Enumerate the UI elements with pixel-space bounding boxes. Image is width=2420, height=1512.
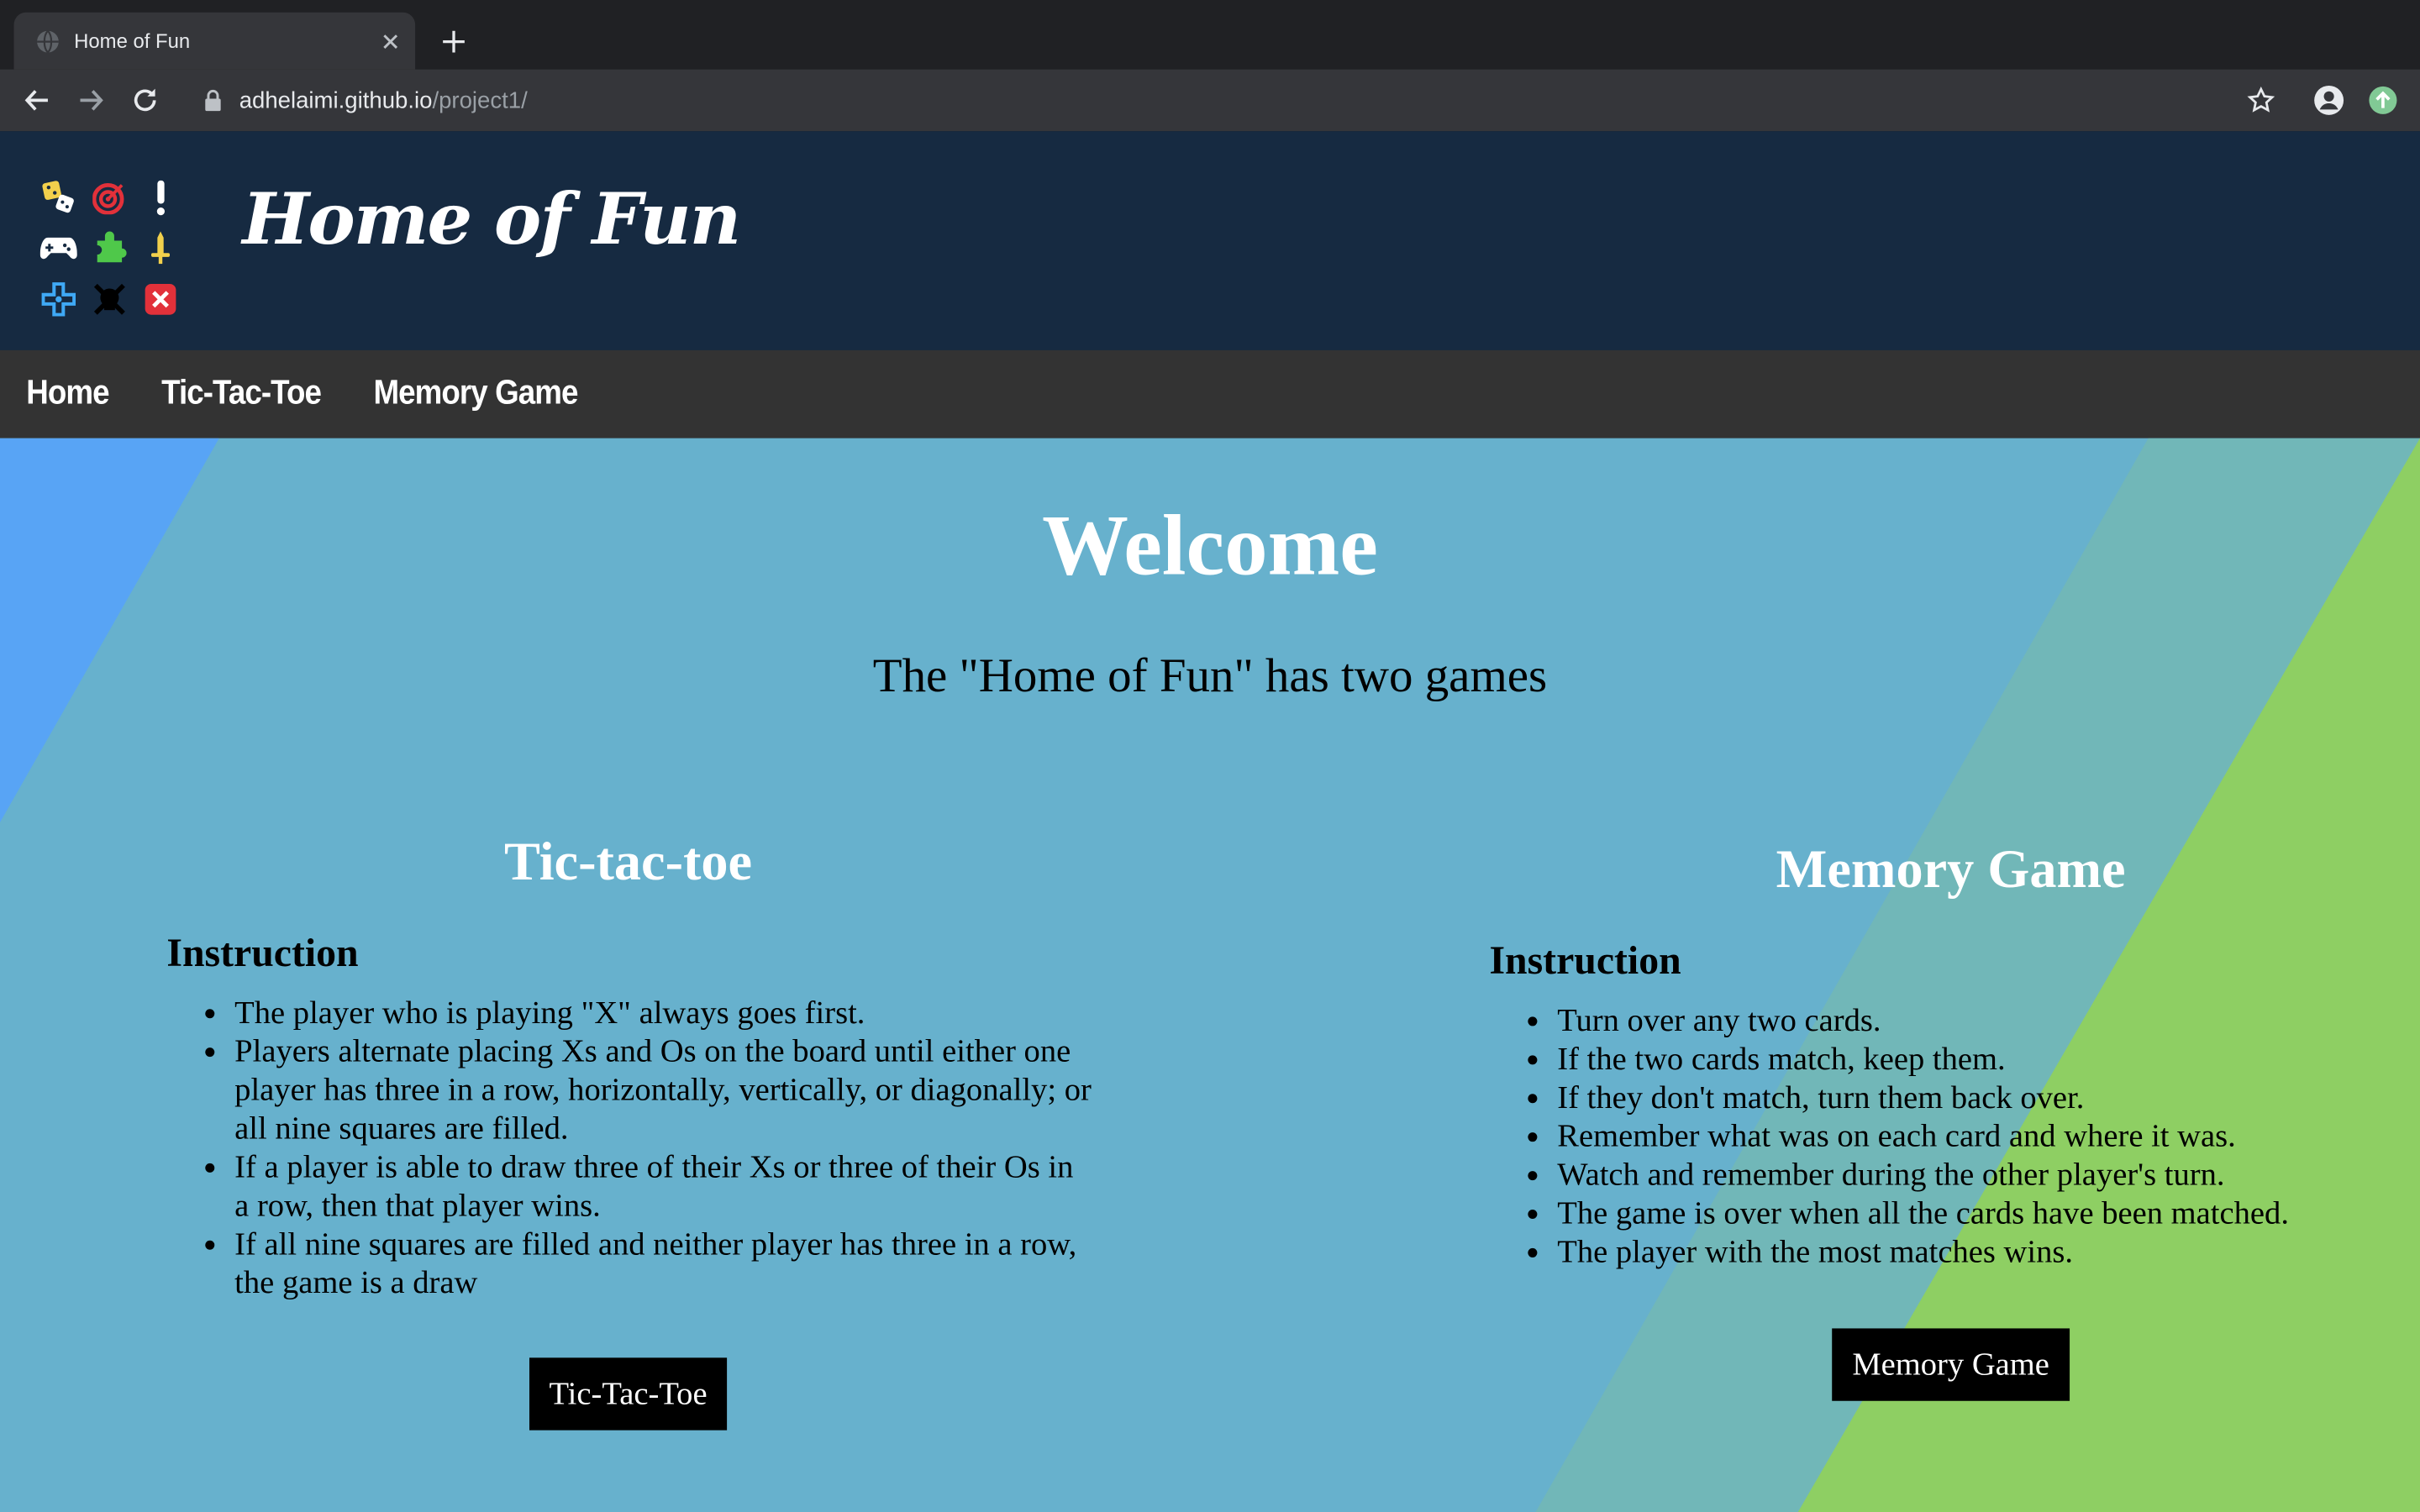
browser-tab[interactable]: Home of Fun bbox=[13, 12, 416, 70]
new-tab-icon[interactable] bbox=[437, 24, 471, 58]
x-square-icon bbox=[139, 273, 182, 324]
tab-title: Home of Fun bbox=[74, 29, 191, 53]
browser-window: Home of Fun adhelaimi.github.io/project1… bbox=[0, 0, 2420, 1512]
memory-game-section: Memory Game Instruction Turn over any tw… bbox=[1489, 835, 2415, 1272]
site-title: Home of Fun bbox=[242, 177, 741, 261]
skull-crossbones-icon bbox=[88, 273, 131, 324]
forward-arrow-icon[interactable] bbox=[72, 81, 109, 118]
rules-list: Turn over any two cards. If the two card… bbox=[1489, 1001, 2415, 1271]
close-tab-icon[interactable] bbox=[375, 25, 406, 56]
reload-icon[interactable] bbox=[127, 81, 164, 118]
profile-icon[interactable] bbox=[2311, 81, 2348, 118]
logo bbox=[37, 171, 182, 324]
list-item: Watch and remember during the other play… bbox=[1557, 1156, 2415, 1194]
nav-tic-tac-toe[interactable]: Tic-Tac-Toe bbox=[161, 375, 322, 414]
site-nav: Home Tic-Tac-Toe Memory Game bbox=[0, 349, 2420, 438]
browser-toolbar: adhelaimi.github.io/project1/ bbox=[0, 69, 2420, 132]
game-title: Tic-tac-toe bbox=[503, 832, 753, 892]
list-item: If a player is able to draw three of the… bbox=[234, 1148, 1092, 1226]
exclamation-icon bbox=[139, 171, 182, 223]
rules-list: The player who is playing "X" always goe… bbox=[166, 994, 1092, 1302]
web-page: Home of Fun Home Tic-Tac-Toe Memory Game… bbox=[0, 131, 2420, 1512]
list-item: If the two cards match, keep them. bbox=[1557, 1040, 2415, 1079]
gamepad-icon bbox=[37, 222, 80, 273]
dpad-icon bbox=[37, 273, 80, 324]
instruction-heading: Instruction bbox=[1489, 937, 1681, 983]
list-item: If all nine squares are filled and neith… bbox=[234, 1225, 1092, 1302]
dice-icon bbox=[37, 171, 80, 223]
url-path: /project1/ bbox=[432, 87, 528, 113]
memory-game-button[interactable]: Memory Game bbox=[1832, 1328, 2070, 1401]
tic-tac-toe-button[interactable]: Tic-Tac-Toe bbox=[529, 1357, 728, 1431]
back-arrow-icon[interactable] bbox=[18, 81, 55, 118]
url-text: adhelaimi.github.io/project1/ bbox=[239, 87, 528, 113]
sword-icon bbox=[139, 222, 182, 273]
list-item: Players alternate placing Xs and Os on t… bbox=[234, 1032, 1092, 1148]
tic-tac-toe-section: Tic-tac-toe Instruction The player who i… bbox=[166, 827, 1092, 1302]
welcome-heading: Welcome bbox=[1042, 498, 1378, 595]
list-item: The player with the most matches wins. bbox=[1557, 1233, 2415, 1272]
tab-bar: Home of Fun bbox=[0, 0, 2420, 70]
puzzle-icon bbox=[88, 222, 131, 273]
target-icon bbox=[88, 171, 131, 223]
nav-memory-game[interactable]: Memory Game bbox=[373, 375, 578, 414]
nav-home[interactable]: Home bbox=[26, 375, 109, 414]
url-domain: adhelaimi.github.io bbox=[239, 87, 433, 113]
main-content: Welcome The "Home of Fun" has two games … bbox=[0, 438, 2420, 1512]
address-bar[interactable]: adhelaimi.github.io/project1/ bbox=[179, 77, 2315, 123]
instruction-heading: Instruction bbox=[166, 930, 359, 975]
list-item: The player who is playing "X" always goe… bbox=[234, 994, 1092, 1032]
globe-icon bbox=[35, 29, 60, 53]
site-header: Home of Fun bbox=[0, 131, 2420, 350]
game-title: Memory Game bbox=[1776, 839, 2126, 900]
list-item: If they don't match, turn them back over… bbox=[1557, 1079, 2415, 1117]
list-item: Turn over any two cards. bbox=[1557, 1001, 2415, 1040]
lock-icon bbox=[203, 89, 224, 112]
welcome-subtitle: The "Home of Fun" has two games bbox=[872, 648, 1548, 702]
bookmark-star-icon[interactable] bbox=[2243, 81, 2280, 118]
list-item: Remember what was on each card and where… bbox=[1557, 1117, 2415, 1156]
update-icon[interactable] bbox=[2365, 81, 2402, 118]
list-item: The game is over when all the cards have… bbox=[1557, 1194, 2415, 1233]
